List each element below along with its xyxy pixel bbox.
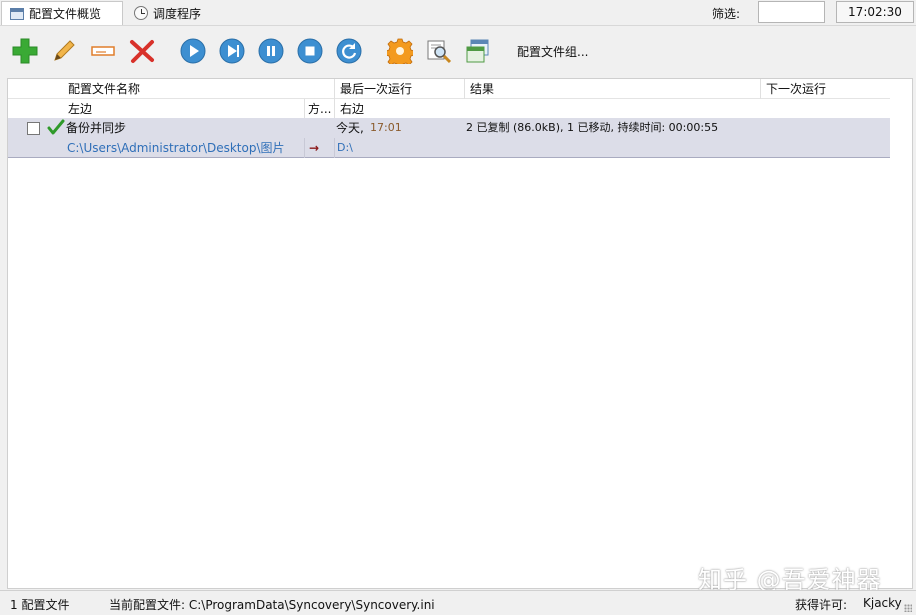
profile-checkbox[interactable] xyxy=(27,122,40,135)
license-user: Kjacky xyxy=(863,596,902,610)
clock-display: 17:02:30 xyxy=(836,1,914,23)
column-header-result[interactable]: 结果 xyxy=(466,79,760,99)
column-divider xyxy=(304,138,305,158)
direction-arrow-icon: → xyxy=(309,141,320,155)
header-row: 配置文件名称 最后一次运行 结果 下一次运行 xyxy=(8,79,890,99)
pause-button[interactable] xyxy=(257,37,285,65)
pencil-icon xyxy=(54,40,75,61)
column-divider[interactable] xyxy=(334,99,335,119)
clock-icon xyxy=(134,6,148,20)
add-profile-button[interactable] xyxy=(11,37,39,65)
last-run-time: 17:01 xyxy=(370,121,402,134)
stop-icon xyxy=(297,38,323,64)
tab-label: 调度程序 xyxy=(153,6,202,21)
tab-label: 配置文件概览 xyxy=(29,7,102,21)
table-row[interactable]: 备份并同步 今天, 17:01 2 已复制 (86.0kB), 1 已移动, 持… xyxy=(8,118,890,138)
delete-profile-button[interactable] xyxy=(128,37,156,65)
run-attended-button[interactable] xyxy=(218,37,246,65)
run-button[interactable] xyxy=(179,37,207,65)
tab-scheduler[interactable]: 调度程序 xyxy=(126,1,209,25)
document-icon xyxy=(10,7,24,20)
rename-profile-button[interactable] xyxy=(89,37,117,65)
window-icon xyxy=(466,39,489,63)
tab-bar: 配置文件概览 调度程序 筛选: 17:02:30 xyxy=(0,0,916,26)
profile-grid[interactable]: 配置文件名称 最后一次运行 结果 下一次运行 左边 方... 右边 备份并同步 … xyxy=(7,78,913,589)
column-divider[interactable] xyxy=(464,79,465,99)
column-divider xyxy=(334,138,335,158)
header-row-paths: 左边 方... 右边 xyxy=(8,99,890,119)
refresh-icon xyxy=(336,38,362,64)
next-run xyxy=(762,118,890,138)
search-log-icon xyxy=(427,40,452,64)
toolbar: 配置文件组... xyxy=(0,27,916,76)
profile-groups-button[interactable] xyxy=(464,37,492,65)
column-header-profile-name[interactable]: 配置文件名称 xyxy=(64,79,334,99)
checkmark-icon xyxy=(47,119,65,135)
filter-label: 筛选: xyxy=(712,7,741,21)
last-run-day: 今天, xyxy=(336,121,364,135)
column-header-last-run[interactable]: 最后一次运行 xyxy=(336,79,464,99)
play-icon xyxy=(180,38,206,64)
refresh-button[interactable] xyxy=(335,37,363,65)
column-header-left[interactable]: 左边 xyxy=(64,99,304,119)
column-divider[interactable] xyxy=(760,79,761,99)
column-header-direction[interactable]: 方... xyxy=(305,99,334,119)
license-label: 获得许可: xyxy=(795,598,848,612)
play-next-icon xyxy=(219,38,245,64)
column-divider[interactable] xyxy=(334,79,335,99)
edit-profile-button[interactable] xyxy=(50,37,78,65)
profile-name: 备份并同步 xyxy=(66,121,127,135)
gear-icon xyxy=(387,38,413,64)
column-header-right[interactable]: 右边 xyxy=(336,99,536,119)
log-button[interactable] xyxy=(425,37,453,65)
column-header-next-run[interactable]: 下一次运行 xyxy=(762,79,890,99)
filter-input[interactable] xyxy=(758,1,825,23)
status-bar: 1 配置文件 当前配置文件: C:\ProgramData\Syncovery\… xyxy=(0,590,916,615)
plus-icon xyxy=(12,38,38,64)
right-path: D:\ xyxy=(337,141,353,154)
stop-button[interactable] xyxy=(296,37,324,65)
tab-profile-overview[interactable]: 配置文件概览 xyxy=(1,1,123,25)
rename-icon xyxy=(91,46,115,56)
settings-button[interactable] xyxy=(386,37,414,65)
profile-groups-label[interactable]: 配置文件组... xyxy=(517,43,588,60)
table-row-paths[interactable]: C:\Users\Administrator\Desktop\图片 → D:\ xyxy=(8,138,890,158)
current-profile-file: 当前配置文件: C:\ProgramData\Syncovery\Syncove… xyxy=(109,598,435,612)
left-path: C:\Users\Administrator\Desktop\图片 xyxy=(67,141,285,155)
result-text: 2 已复制 (86.0kB), 1 已移动, 持续时间: 00:00:55 xyxy=(466,121,719,134)
profile-count: 1 配置文件 xyxy=(10,598,70,612)
resize-grip[interactable] xyxy=(904,604,912,612)
pause-icon xyxy=(258,38,284,64)
x-icon xyxy=(130,40,154,63)
